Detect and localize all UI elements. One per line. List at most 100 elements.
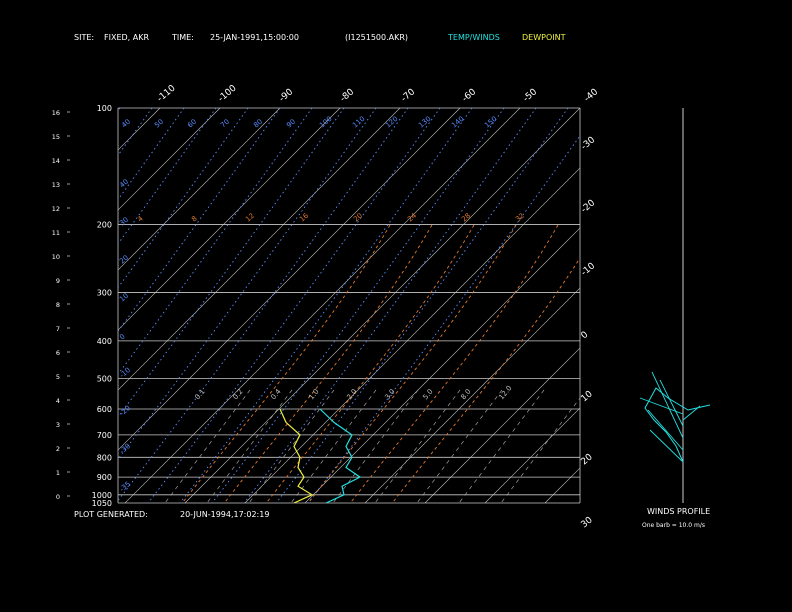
pseudoadiabat-label: 4	[136, 214, 145, 223]
isotherm-line	[118, 108, 161, 151]
dry-adiabat	[211, 108, 505, 503]
dry-adiabat-top-label: 120	[384, 115, 399, 130]
isotherm-line	[364, 287, 580, 503]
mixing-ratio-label: 5.0	[421, 388, 434, 402]
height-tick-label: 13	[52, 181, 60, 189]
mixing-ratio-line	[458, 389, 545, 503]
isotherm-line	[484, 407, 580, 503]
wind-barb	[649, 429, 684, 463]
wind-hodograph	[644, 387, 711, 463]
height-tick-label: 10	[52, 253, 60, 261]
pressure-tick-label: 1050	[92, 499, 112, 508]
dry-adiabat	[243, 108, 537, 503]
dry-adiabat-left-label: -30	[118, 442, 132, 455]
height-tick-label: 8	[56, 301, 60, 309]
moist-adiabat	[223, 224, 433, 503]
pressure-tick-label: 900	[97, 473, 112, 482]
dry-adiabat	[118, 108, 313, 375]
mixing-ratio-line	[500, 397, 580, 503]
mixing-ratio-label: 0.4	[269, 387, 283, 401]
moist-adiabat	[265, 224, 475, 503]
isotherm-line	[424, 347, 580, 503]
pseudoadiabat-label: 12	[244, 212, 256, 224]
dry-adiabat	[118, 108, 281, 332]
height-tick-label: 7	[56, 325, 60, 333]
isotherm-line	[184, 108, 580, 503]
height-tick-label: 11	[52, 229, 60, 237]
isotherm-line	[304, 227, 580, 503]
dry-adiabat-left-label: 10	[118, 292, 130, 304]
dry-adiabat-top-label: 110	[351, 115, 366, 130]
dry-adiabat-top-label: 90	[285, 118, 297, 130]
isotherm-line	[124, 108, 521, 503]
pressure-tick-label: 800	[97, 453, 112, 462]
isotherm-line	[244, 167, 580, 503]
dewpoint-profile-line	[279, 408, 314, 503]
dry-adiabat-top-label: 40	[120, 118, 132, 130]
dry-adiabat-top-label: 140	[450, 115, 465, 130]
height-tick-label: 4	[56, 397, 60, 405]
height-tick-label: 3	[56, 421, 60, 429]
isotherm-right-label: 10	[580, 389, 595, 404]
height-tick-label: 16	[52, 109, 60, 117]
dry-adiabat	[118, 108, 185, 201]
isotherm-line	[665, 108, 792, 503]
height-tick-label: 2	[56, 445, 60, 453]
pressure-tick-label: 600	[97, 405, 112, 414]
pressure-tick-label: 700	[97, 431, 112, 440]
dry-adiabat-left-label: -35	[118, 480, 132, 493]
pressure-tick-label: 300	[97, 289, 112, 298]
dry-adiabat-top-label: 80	[252, 118, 264, 130]
isotherm-line	[118, 108, 281, 271]
dry-adiabat	[118, 108, 345, 418]
height-tick-label: 1	[56, 469, 60, 477]
dry-adiabat	[118, 108, 153, 157]
isotherm-line	[0, 108, 40, 503]
mixing-ratio-label: 3.0	[383, 388, 396, 402]
dry-adiabat-top-label: 70	[219, 118, 231, 130]
isotherm-line	[118, 108, 221, 211]
isotherm-top-label: -80	[339, 87, 357, 104]
isotherm-right-label: 30	[580, 515, 595, 530]
dry-adiabat-top-label: 150	[483, 115, 498, 130]
height-tick-label: 6	[56, 349, 60, 357]
mixing-ratio-label: 2.0	[345, 388, 358, 402]
height-tick-label: 5	[56, 373, 60, 381]
isotherm-right-label: 0	[580, 330, 591, 342]
skew-t-chart: 1002003004005006007008009001000105016151…	[0, 83, 792, 530]
pressure-tick-label: 400	[97, 337, 112, 346]
isotherm-top-label: -60	[461, 87, 479, 104]
height-tick-label: 0	[56, 493, 60, 501]
isotherm-top-label: -40	[583, 87, 601, 104]
dry-adiabat-left-label: 30	[118, 216, 130, 228]
pressure-tick-label: 100	[97, 104, 112, 113]
isotherm-line	[544, 467, 580, 503]
dry-adiabat	[118, 108, 121, 112]
dry-adiabat-top-label: 50	[153, 118, 165, 130]
moist-adiabat	[391, 257, 580, 503]
isotherm-top-label: -100	[217, 83, 239, 104]
isotherm-line	[118, 108, 341, 331]
wind-barb	[659, 379, 684, 427]
mixing-ratio-label: 8.0	[459, 388, 472, 402]
pseudoadiabat-label: 16	[298, 211, 310, 223]
mixing-ratio-line	[416, 389, 503, 503]
isotherm-top-label: -90	[278, 87, 296, 104]
isotherm-line	[118, 108, 401, 391]
isotherm-top-label: -50	[522, 87, 540, 104]
height-tick-label: 14	[52, 157, 60, 165]
dry-adiabat-left-label: 0	[118, 333, 127, 342]
pseudoadiabat-label: 32	[514, 212, 526, 224]
isotherm-right-label: -10	[580, 261, 598, 278]
dry-adiabat-left-label: -10	[118, 366, 132, 379]
pressure-tick-label: 500	[97, 374, 112, 383]
dry-adiabat	[307, 135, 580, 503]
pseudoadiabat-label: 20	[352, 212, 364, 224]
mixing-ratio-label: 12.0	[497, 384, 513, 401]
dry-adiabat-left-label: 40	[118, 178, 130, 190]
pseudoadiabat-label: 24	[406, 211, 418, 223]
isotherm-right-label: 20	[580, 452, 595, 467]
isotherm-right-label: -30	[580, 135, 598, 152]
dry-adiabat-left-label: 20	[118, 254, 130, 266]
mixing-ratio-line	[374, 389, 461, 503]
